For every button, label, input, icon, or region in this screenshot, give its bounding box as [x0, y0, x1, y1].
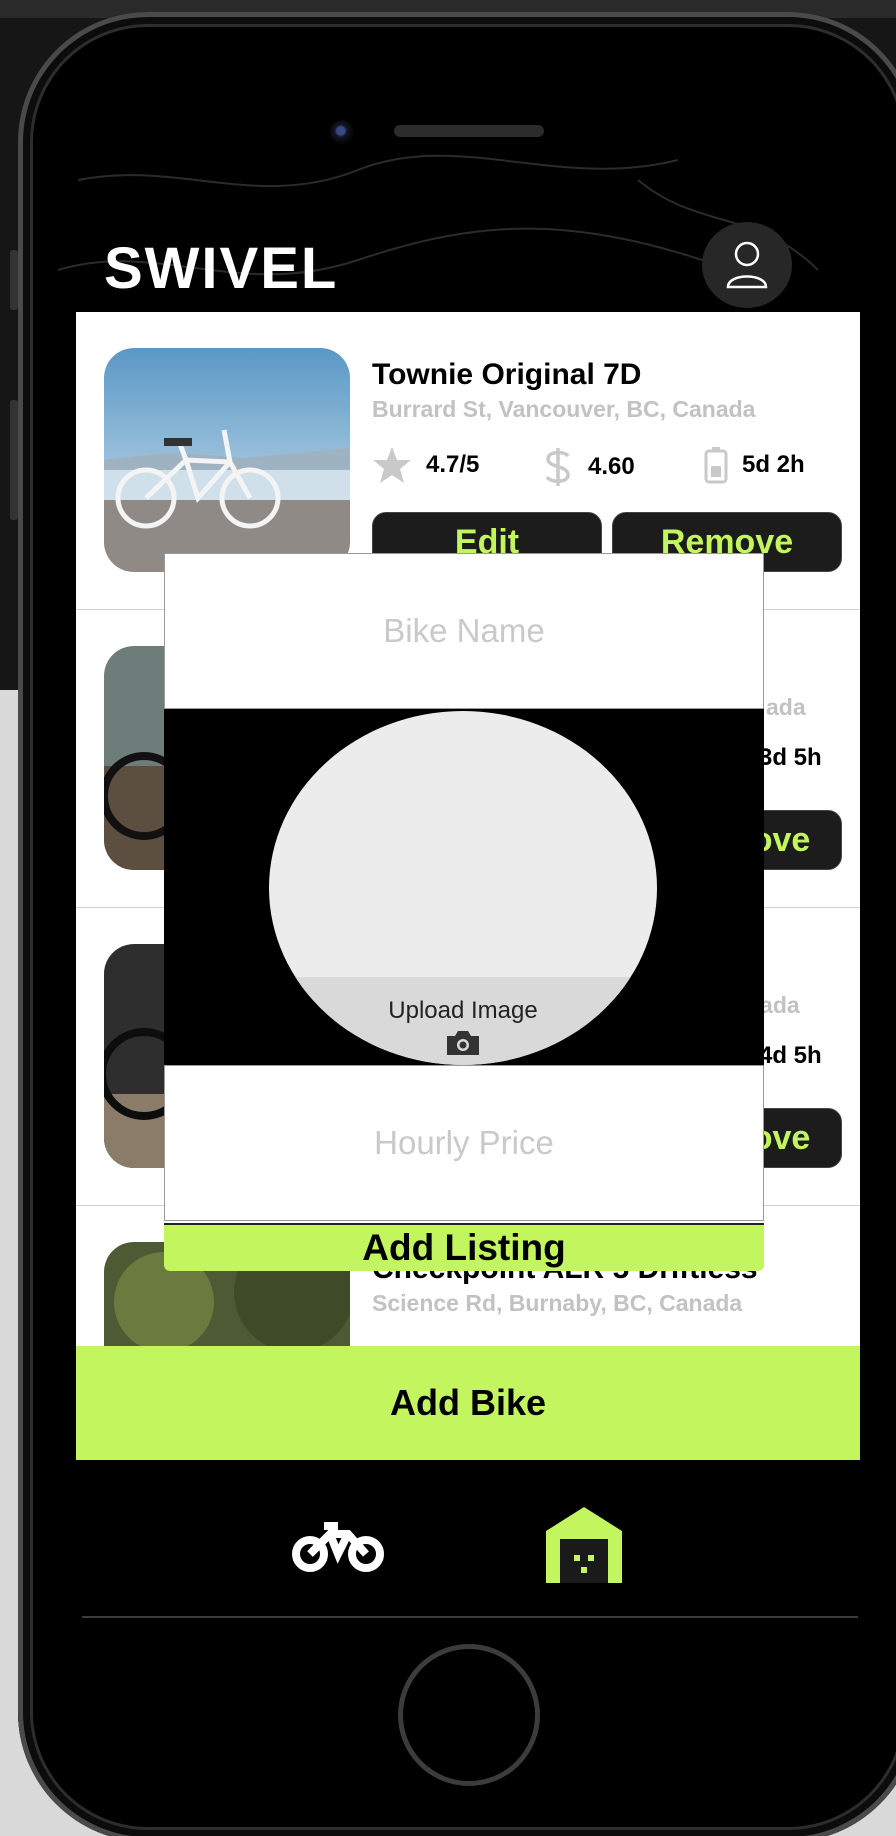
- bike-address: Science Rd, Burnaby, BC, Canada: [372, 1290, 743, 1316]
- dollar-icon: [545, 448, 570, 486]
- upload-image-label: Upload Image: [388, 997, 538, 1024]
- bottom-tab-bar: [82, 1468, 858, 1618]
- svg-text:SWIVEL: SWIVEL: [104, 236, 338, 296]
- rating-value: 4.7/5: [426, 451, 480, 478]
- bike-name-input[interactable]: Bike Name: [164, 553, 764, 709]
- rating-stat: 4.7/5: [372, 446, 479, 484]
- battery-value: 4d 5h: [759, 1042, 822, 1069]
- hourly-price-input[interactable]: Hourly Price: [164, 1065, 764, 1221]
- battery-icon: [704, 447, 728, 484]
- user-icon: [726, 241, 768, 289]
- upload-image-button[interactable]: Upload Image: [269, 711, 657, 1065]
- front-camera: [330, 120, 354, 144]
- garage-icon: [546, 1507, 622, 1583]
- battery-value: 3d 5h: [759, 744, 822, 771]
- bike-title: Townie Original 7D: [372, 358, 642, 391]
- star-icon: [373, 447, 411, 483]
- battery-value: 5d 2h: [742, 451, 805, 478]
- home-button[interactable]: [398, 1644, 540, 1786]
- price-value: 4.60: [588, 453, 635, 480]
- bike-address: Burrard St, Vancouver, BC, Canada: [372, 396, 756, 422]
- phone-side-button: [10, 250, 18, 310]
- bike-address: ada: [766, 694, 806, 720]
- add-listing-button[interactable]: Add Listing: [164, 1223, 764, 1271]
- battery-stat: 5d 2h: [704, 446, 805, 484]
- profile-button[interactable]: [702, 222, 792, 308]
- tab-garage[interactable]: [542, 1502, 626, 1584]
- add-bike-button[interactable]: Add Bike: [76, 1346, 860, 1460]
- tab-bikes[interactable]: [288, 1512, 388, 1582]
- phone-side-button: [10, 400, 18, 520]
- earpiece-speaker: [394, 125, 544, 137]
- bike-photo: [104, 348, 350, 572]
- price-stat: 4.60: [542, 446, 635, 488]
- bike-icon: [292, 1522, 384, 1572]
- add-listing-modal: Bike Name Upload Image Hourly Price Add …: [164, 553, 764, 1271]
- bike-seat: [164, 438, 192, 446]
- camera-icon: [447, 1031, 479, 1055]
- swivel-logo: SWIVEL: [104, 236, 338, 296]
- image-upload-area: Upload Image: [164, 709, 764, 1065]
